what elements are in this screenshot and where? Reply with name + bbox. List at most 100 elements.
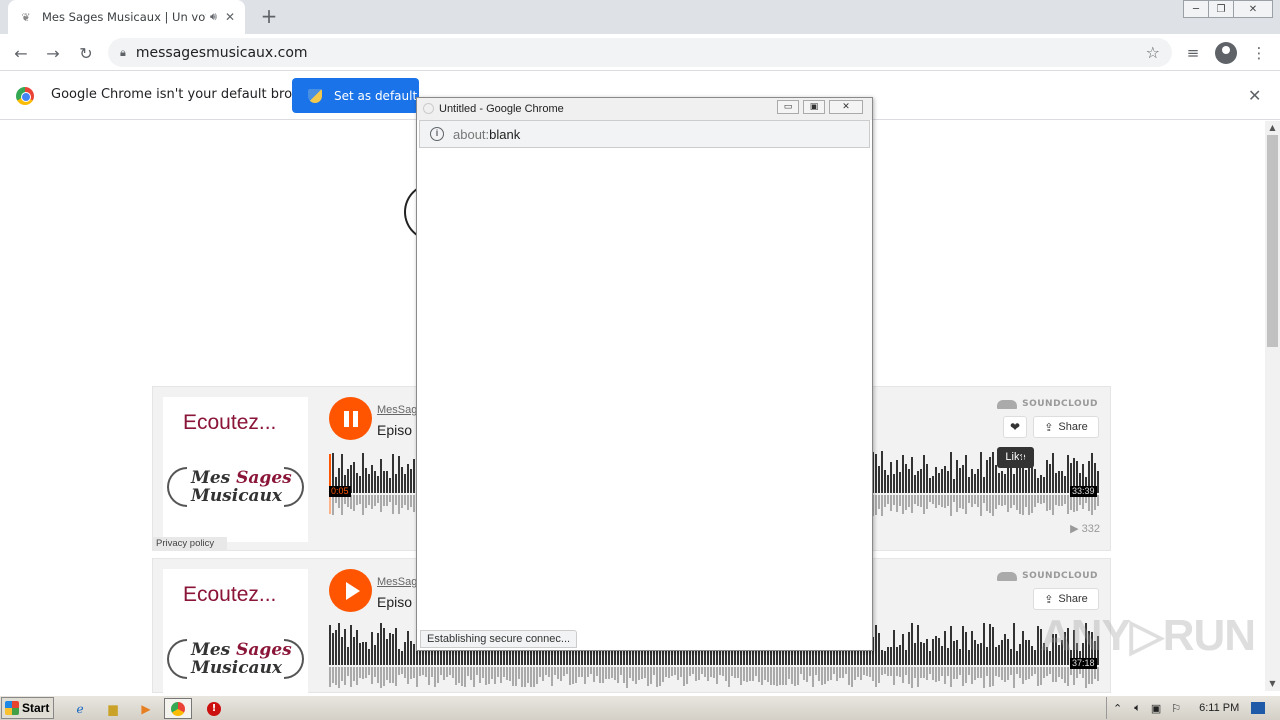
forward-arrow-icon[interactable]: → [41, 41, 65, 65]
network-icon[interactable]: ▣ [1151, 702, 1161, 715]
waveform-bar [995, 465, 997, 493]
artist-link[interactable]: MesSag [377, 404, 417, 416]
waveform-bar [890, 646, 892, 665]
set-as-default-button[interactable]: Set as default [292, 78, 419, 113]
waveform-reflection-bar [407, 495, 409, 510]
reload-icon[interactable]: ↻ [74, 41, 98, 65]
waveform-reflection-bar [356, 667, 358, 685]
waveform-bar [962, 626, 964, 665]
scrollbar-thumb[interactable] [1267, 135, 1278, 347]
menu-kebab-icon[interactable]: ⋮ [1248, 42, 1270, 64]
waveform-reflection-bar [440, 667, 442, 676]
waveform-bar [923, 643, 925, 665]
volume-icon[interactable]: 🔈︎ [1134, 702, 1141, 715]
waveform-bar [938, 637, 940, 665]
waveform-reflection-bar [1070, 495, 1072, 510]
popup-address-bar[interactable]: i about:blank [419, 120, 870, 148]
waveform-reflection-bar [992, 667, 994, 686]
popup-minimize-button[interactable]: ▭ [777, 100, 799, 114]
waveform-reflection-bar [548, 667, 550, 677]
waveform-bar [1019, 643, 1021, 665]
pause-button[interactable] [329, 397, 372, 440]
audio-playing-icon[interactable]: 🔊︎ [210, 10, 217, 24]
waveform-reflection-bar [755, 667, 757, 676]
info-icon[interactable]: i [430, 127, 444, 141]
waveform-reflection-bar [821, 667, 823, 686]
waveform-reflection-bar [635, 667, 637, 685]
waveform-reflection-bar [806, 667, 808, 682]
waveform-reflection-bar [611, 667, 613, 679]
lock-icon[interactable]: 🔒︎ [120, 46, 126, 60]
waveform-reflection-bar [494, 667, 496, 684]
popup-restore-button[interactable]: ▣ [803, 100, 825, 114]
address-bar[interactable]: 🔒︎ messagesmusicaux.com ☆ [108, 38, 1172, 67]
share-button[interactable]: ⇪ Share [1033, 416, 1099, 438]
waveform-reflection-bar [365, 495, 367, 508]
action-center-flag-icon[interactable]: ⚐ [1171, 702, 1181, 715]
window-minimize-button[interactable]: ─ [1183, 0, 1209, 18]
waveform-reflection-bar [1055, 495, 1057, 506]
waveform-reflection-bar [332, 495, 334, 515]
new-tab-button[interactable]: + [258, 6, 280, 28]
waveform-reflection-bar [827, 667, 829, 681]
waveform-reflection-bar [812, 667, 814, 687]
waveform-reflection-bar [347, 667, 349, 676]
browser-tab[interactable]: ❦ Mes Sages Musicaux | Un voyage 🔊︎ ✕ [8, 0, 245, 34]
internet-explorer-icon[interactable]: ℯ [66, 698, 94, 719]
waveform-bar [365, 642, 367, 665]
show-hidden-icons-icon[interactable]: ⌃ [1113, 702, 1122, 715]
waveform-bar [1043, 476, 1045, 493]
waveform-reflection-bar [1019, 495, 1021, 514]
waveform-bar [692, 650, 694, 665]
media-queue-icon[interactable]: ≡ [1182, 42, 1204, 64]
waveform-reflection-bar [875, 667, 877, 688]
clock[interactable]: 6:11 PM [1199, 702, 1239, 714]
scroll-up-icon[interactable]: ▲ [1265, 121, 1280, 135]
waveform-bar [878, 465, 880, 493]
waveform-reflection-bar [1085, 667, 1087, 688]
track-title[interactable]: Episo [377, 594, 412, 610]
explorer-folder-icon[interactable]: ▆ [99, 698, 127, 719]
scroll-down-icon[interactable]: ▼ [1265, 677, 1280, 691]
chrome-taskbar-icon[interactable] [164, 698, 192, 719]
show-desktop-icon[interactable] [1251, 702, 1266, 714]
waveform-bar [833, 650, 835, 665]
waveform-reflection-bar [695, 667, 697, 681]
share-button[interactable]: ⇪ Share [1033, 588, 1099, 610]
artist-link[interactable]: MesSag [377, 576, 417, 588]
waveform-bar [920, 642, 922, 665]
tab-close-icon[interactable]: ✕ [225, 10, 235, 24]
profile-avatar-icon[interactable] [1215, 42, 1237, 64]
media-player-icon[interactable]: ▶ [132, 698, 160, 719]
waveform-reflection-bar [863, 667, 865, 676]
play-button[interactable] [329, 569, 372, 612]
waveform-reflection-bar [935, 495, 937, 509]
soundcloud-logo[interactable]: SOUNDCLOUD [997, 571, 1098, 581]
waveform-reflection-bar [542, 667, 544, 681]
waveform-reflection-bar [656, 667, 658, 688]
track-artwork[interactable]: Ecoutez... Mes Sages Musicaux [163, 569, 308, 714]
like-button[interactable]: ❤ [1003, 416, 1027, 438]
waveform-reflection-bar [1031, 667, 1033, 677]
soundcloud-cloud-icon [997, 571, 1018, 581]
waveform-reflection-bar [458, 667, 460, 683]
back-arrow-icon[interactable]: ← [9, 41, 33, 65]
popup-close-button[interactable]: ✕ [829, 100, 863, 114]
start-button[interactable]: Start [1, 697, 54, 719]
waveform-reflection-bar [515, 667, 517, 686]
privacy-policy-link[interactable]: Privacy policy [153, 537, 227, 551]
infobar-close-icon[interactable]: ✕ [1248, 86, 1261, 105]
waveform-bar [395, 473, 397, 493]
window-restore-button[interactable]: ❐ [1208, 0, 1234, 18]
waveform-reflection-bar [374, 667, 376, 677]
waveform-bar [392, 633, 394, 665]
waveform-reflection-bar [938, 667, 940, 681]
waveform-reflection-bar [983, 667, 985, 688]
track-title[interactable]: Episo [377, 422, 412, 438]
window-close-button[interactable]: ✕ [1233, 0, 1273, 18]
opera-stop-icon[interactable]: ! [200, 698, 228, 719]
soundcloud-logo[interactable]: SOUNDCLOUD [997, 399, 1098, 409]
bookmark-star-icon[interactable]: ☆ [1146, 43, 1160, 62]
track-artwork[interactable]: Ecoutez... Mes Sages Musicaux [163, 397, 308, 542]
play-count-icon: ▶ [1070, 523, 1079, 535]
